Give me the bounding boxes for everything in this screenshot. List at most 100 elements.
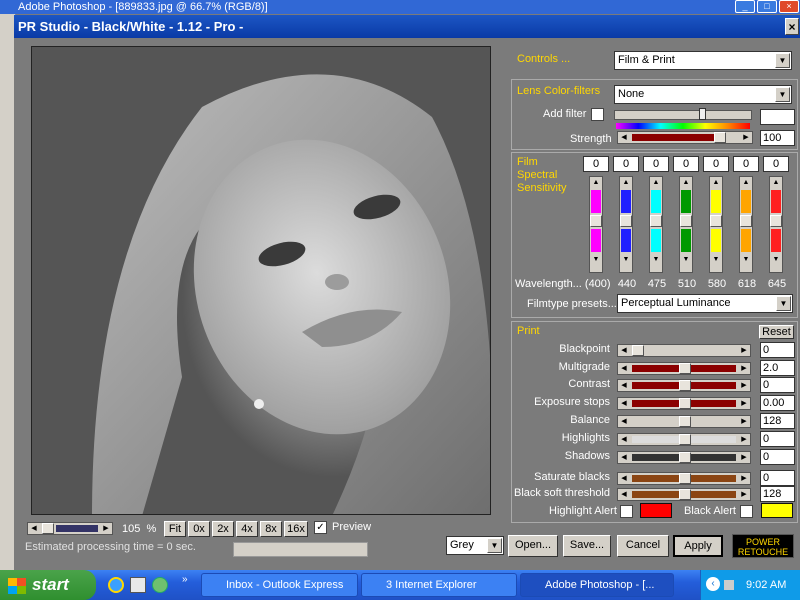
print-row-value-field[interactable]: 0 — [760, 470, 795, 486]
preview-checkbox[interactable]: ✓ — [314, 521, 327, 534]
task-photoshop[interactable]: Adobe Photoshop - [... — [520, 573, 674, 597]
arrow-right-icon[interactable]: ▶ — [738, 416, 750, 427]
print-row-slider[interactable]: ◀ ▶ — [617, 362, 751, 375]
arrow-left-icon[interactable]: ◀ — [618, 132, 630, 143]
channel-thumb[interactable] — [590, 215, 602, 227]
print-row-slider[interactable]: ◀ ▶ — [617, 472, 751, 485]
arrow-down-icon[interactable]: ▼ — [740, 254, 752, 265]
arrow-down-icon[interactable]: ▼ — [650, 254, 662, 265]
speaker-icon[interactable] — [724, 580, 734, 590]
task-internet-explorer[interactable]: 3 Internet Explorer — [361, 573, 517, 597]
arrow-right-icon[interactable]: ▶ — [738, 380, 750, 391]
minimize-icon[interactable]: _ — [735, 0, 755, 13]
hue-slider-thumb[interactable] — [699, 108, 706, 120]
channel-thumb[interactable] — [740, 215, 752, 227]
arrow-up-icon[interactable]: ▲ — [680, 177, 692, 188]
print-row-thumb[interactable] — [679, 398, 691, 409]
channel-slider[interactable]: ▲ ▼ — [649, 176, 663, 273]
open-button[interactable]: Open... — [508, 535, 558, 557]
dialog-close-button[interactable]: × — [785, 18, 799, 35]
channel-value-field[interactable]: 0 — [643, 156, 669, 172]
arrow-left-icon[interactable]: ◀ — [618, 489, 630, 500]
print-row-slider[interactable]: ◀ ▶ — [617, 344, 751, 357]
print-row-slider[interactable]: ◀ ▶ — [617, 379, 751, 392]
zoom-thumb[interactable] — [42, 523, 54, 534]
zoom-button-2x[interactable]: 2x — [212, 521, 234, 537]
arrow-right-icon[interactable]: ▶ — [738, 452, 750, 463]
black-alert-checkbox[interactable] — [740, 505, 753, 518]
channel-value-field[interactable]: 0 — [673, 156, 699, 172]
channel-value-field[interactable]: 0 — [733, 156, 759, 172]
print-row-thumb[interactable] — [632, 345, 644, 356]
print-row-thumb[interactable] — [679, 434, 691, 445]
highlight-alert-checkbox[interactable] — [620, 505, 633, 518]
print-row-value-field[interactable]: 128 — [760, 413, 795, 429]
photo-preview[interactable] — [31, 46, 491, 515]
print-row-value-field[interactable]: 2.0 — [760, 360, 795, 376]
zoom-button-0x[interactable]: 0x — [188, 521, 210, 537]
arrow-right-icon[interactable]: ▶ — [738, 398, 750, 409]
arrow-left-icon[interactable]: ◀ — [618, 434, 630, 445]
filmtype-presets-select[interactable]: Perceptual Luminance ▼ — [617, 294, 793, 313]
task-outlook[interactable]: Inbox - Outlook Express — [201, 573, 358, 597]
chevron-right-icon[interactable]: » — [182, 574, 188, 585]
channel-slider[interactable]: ▲ ▼ — [619, 176, 633, 273]
zoom-slider[interactable]: ◀ ▶ — [27, 522, 113, 535]
print-row-value-field[interactable]: 0.00 — [760, 395, 795, 411]
print-row-thumb[interactable] — [679, 489, 691, 500]
print-row-slider[interactable]: ◀ ▶ — [617, 433, 751, 446]
print-row-slider[interactable]: ◀ ▶ — [617, 415, 751, 428]
print-row-value-field[interactable]: 0 — [760, 342, 795, 358]
filter-color-swatch[interactable] — [760, 109, 795, 125]
print-row-thumb[interactable] — [679, 473, 691, 484]
print-row-thumb[interactable] — [679, 363, 691, 374]
print-row-thumb[interactable] — [679, 380, 691, 391]
show-desktop-icon[interactable] — [130, 577, 146, 593]
print-row-slider[interactable]: ◀ ▶ — [617, 451, 751, 464]
channel-thumb[interactable] — [620, 215, 632, 227]
arrow-right-icon[interactable]: ▶ — [738, 473, 750, 484]
apply-button[interactable]: Apply — [673, 535, 723, 557]
arrow-left-icon[interactable]: ◀ — [618, 452, 630, 463]
channel-slider[interactable]: ▲ ▼ — [589, 176, 603, 273]
controls-select[interactable]: Film & Print ▼ — [614, 51, 792, 70]
print-row-value-field[interactable]: 0 — [760, 449, 795, 465]
arrow-right-icon[interactable]: ▶ — [100, 523, 112, 534]
channel-thumb[interactable] — [680, 215, 692, 227]
lens-select[interactable]: None ▼ — [614, 85, 792, 104]
arrow-left-icon[interactable]: ◀ — [28, 523, 40, 534]
channel-thumb[interactable] — [710, 215, 722, 227]
arrow-down-icon[interactable]: ▼ — [620, 254, 632, 265]
arrow-down-icon[interactable]: ▼ — [770, 254, 782, 265]
channel-slider[interactable]: ▲ ▼ — [769, 176, 783, 273]
strength-slider[interactable]: ◀ ▶ — [617, 131, 753, 144]
reset-button[interactable]: Reset — [759, 325, 794, 339]
arrow-left-icon[interactable]: ◀ — [618, 380, 630, 391]
strength-value-field[interactable]: 100 — [760, 130, 795, 146]
arrow-up-icon[interactable]: ▲ — [770, 177, 782, 188]
arrow-up-icon[interactable]: ▲ — [740, 177, 752, 188]
print-row-thumb[interactable] — [679, 416, 691, 427]
arrow-down-icon[interactable]: ▼ — [710, 254, 722, 265]
add-filter-checkbox[interactable] — [591, 108, 604, 121]
arrow-left-icon[interactable]: ◀ — [618, 398, 630, 409]
cancel-button[interactable]: Cancel — [617, 535, 669, 557]
arrow-down-icon[interactable]: ▼ — [590, 254, 602, 265]
black-alert-color[interactable] — [761, 503, 793, 518]
close-icon[interactable]: × — [779, 0, 799, 13]
channel-slider[interactable]: ▲ ▼ — [709, 176, 723, 273]
zoom-button-16x[interactable]: 16x — [284, 521, 308, 537]
arrow-left-icon[interactable]: ◀ — [618, 345, 630, 356]
hue-slider[interactable] — [614, 110, 752, 120]
zoom-button-4x[interactable]: 4x — [236, 521, 258, 537]
arrow-down-icon[interactable]: ▼ — [680, 254, 692, 265]
print-row-value-field[interactable]: 0 — [760, 431, 795, 447]
channel-slider[interactable]: ▲ ▼ — [739, 176, 753, 273]
arrow-right-icon[interactable]: ▶ — [738, 363, 750, 374]
channel-value-field[interactable]: 0 — [703, 156, 729, 172]
strength-thumb[interactable] — [714, 132, 726, 143]
arrow-left-icon[interactable]: ◀ — [618, 363, 630, 374]
maximize-icon[interactable]: □ — [757, 0, 777, 13]
channel-thumb[interactable] — [650, 215, 662, 227]
arrow-up-icon[interactable]: ▲ — [590, 177, 602, 188]
